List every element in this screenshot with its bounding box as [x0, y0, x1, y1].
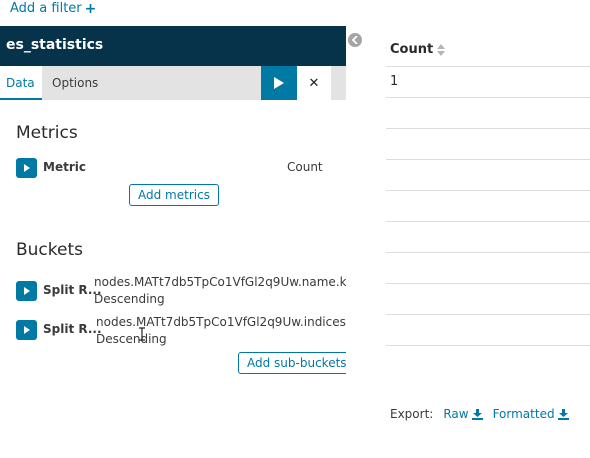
add-filter-link[interactable]: Add a filter +: [10, 1, 96, 16]
export-formatted-label: Formatted: [492, 407, 555, 421]
bucket-label: Split R...: [43, 283, 102, 297]
apply-button[interactable]: [261, 66, 297, 100]
caret-right-icon: [23, 164, 30, 172]
row-divider: [386, 283, 590, 284]
table-cell: 1: [390, 74, 399, 89]
column-header-count[interactable]: Count: [390, 42, 446, 57]
column-header-label: Count: [390, 42, 434, 57]
collapse-sidebar-button[interactable]: [348, 33, 362, 47]
sort-icon: [437, 43, 446, 56]
bucket-field: nodes.MATt7db5TpCo1VfGl2q9Uw.indices.cc: [96, 315, 346, 329]
export-bar: Export: Raw Formatted: [390, 407, 569, 421]
export-label: Export:: [390, 407, 434, 421]
plus-icon: +: [84, 0, 97, 17]
bucket-label: Split R...: [43, 322, 102, 336]
row-divider: [386, 97, 590, 98]
bucket-toggle[interactable]: [16, 281, 37, 301]
export-formatted-link[interactable]: Formatted: [493, 407, 569, 421]
close-icon: ✕: [308, 75, 320, 91]
chevron-left-icon: [352, 36, 358, 44]
row-divider: [386, 314, 590, 315]
bucket-order: Descending: [94, 292, 165, 306]
bucket-row: Split R... nodes.MATt7db5TpCo1VfGl2q9Uw.…: [16, 275, 346, 306]
row-divider: [386, 221, 590, 222]
export-raw-link[interactable]: Raw: [443, 407, 483, 421]
export-raw-label: Raw: [443, 407, 469, 421]
buckets-title: Buckets: [16, 240, 84, 260]
row-divider: [386, 159, 590, 160]
metrics-title: Metrics: [16, 123, 78, 143]
row-divider: [386, 66, 590, 67]
sidebar-title: es_statistics: [0, 26, 346, 66]
caret-right-icon: [23, 326, 30, 334]
bucket-toggle[interactable]: [16, 320, 37, 340]
play-icon: [274, 77, 284, 89]
metric-row: Metric Count: [16, 158, 336, 178]
caret-right-icon: [23, 287, 30, 295]
metric-toggle[interactable]: [16, 158, 37, 178]
discard-button[interactable]: ✕: [297, 66, 331, 100]
row-divider: [386, 345, 590, 346]
bucket-field: nodes.MATt7db5TpCo1VfGl2q9Uw.name.keyv: [94, 275, 346, 289]
filter-bar: Add a filter +: [0, 0, 590, 20]
download-icon: [471, 408, 483, 420]
row-divider: [386, 252, 590, 253]
tab-options[interactable]: Options: [52, 66, 98, 100]
editor-tabbar: Data Options ✕: [0, 66, 346, 100]
metric-value: Count: [287, 160, 323, 174]
bucket-row: Split R... nodes.MATt7db5TpCo1VfGl2q9Uw.…: [16, 315, 346, 346]
add-metrics-button[interactable]: Add metrics: [129, 184, 219, 206]
row-divider: [386, 128, 590, 129]
download-icon: [557, 408, 569, 420]
metric-label: Metric: [43, 160, 86, 174]
add-sub-buckets-button[interactable]: Add sub-buckets: [238, 352, 347, 374]
bucket-order: Descending: [96, 332, 167, 346]
add-filter-label: Add a filter: [10, 1, 82, 16]
tab-data[interactable]: Data: [0, 66, 42, 100]
sidebar-editor: es_statistics Data Options ✕ Metrics Met…: [0, 26, 347, 458]
text-cursor-icon: [139, 327, 145, 341]
row-divider: [386, 190, 590, 191]
